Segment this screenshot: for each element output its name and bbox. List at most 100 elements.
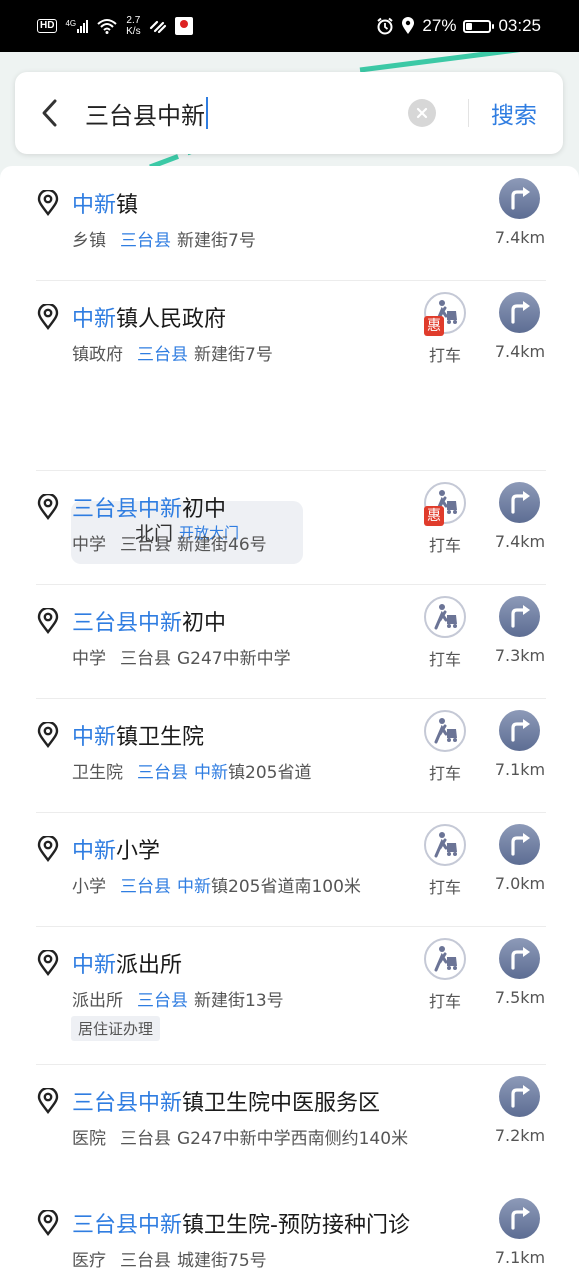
location-pin-icon [36,492,60,520]
route-button[interactable] [499,1076,540,1117]
divider [36,812,546,813]
list-item[interactable]: 三台县中新镇卫生院-预防接种门诊医疗 三台县 城建街75号 7.1km [0,1186,579,1280]
status-bar: HD 4G 2.7 K/s 27% 03:25 [0,0,579,52]
taxi-label: 打车 [428,536,461,555]
route-button[interactable] [499,292,540,333]
route-arrow-icon [511,187,530,210]
address-match: 中新 [177,877,211,897]
place-name-rest: 镇 [116,193,139,218]
battery-icon [463,19,495,33]
list-item[interactable]: 中新镇卫生院 卫生院 三台县 中新镇205省道 打车 7.1km [0,698,579,812]
address-rest: 城建街75号 [177,1251,267,1271]
place-name: 中新派出所 [72,947,182,979]
route-arrow-icon [511,605,530,628]
clock: 03:25 [498,16,541,35]
location-icon [402,17,415,34]
route-button[interactable] [499,596,540,637]
alarm-icon [377,17,394,35]
place-address: 医院 三台县 G247中新中学西南侧约140米 [72,1124,408,1149]
route-button[interactable] [499,482,540,523]
list-item[interactable]: 三台县中新初中 中学 三台县 新建街46号 惠打车 7.4km [0,470,579,584]
location-pin-icon [36,1086,60,1114]
place-name-rest: 镇人民政府 [116,307,227,332]
list-item[interactable]: 三台县中新镇卫生院中医服务区 医院 三台县 G247中新中学西南侧约140米 7.2km [0,1064,579,1178]
taxi-button[interactable] [424,710,466,752]
taxi-label: 打车 [428,992,461,1011]
taxi-button[interactable] [424,824,466,866]
address-rest: 新建街7号 [194,345,273,365]
list-item[interactable]: 中新小学 小学 三台县 中新镇205省道南100米 打车 7.0km [0,812,579,926]
place-name-rest: 派出所 [116,953,183,978]
place-name-rest: 初中 [182,497,227,522]
distance: 7.4km [494,342,546,361]
wifi-icon [97,19,117,34]
search-query: 三台县中新 [85,101,205,130]
location-pin-icon [36,1208,60,1236]
place-category: 中学 [72,535,106,555]
taxi-button[interactable]: 惠 [424,482,466,526]
distance: 7.5km [494,988,546,1007]
place-name-rest: 初中 [182,611,227,636]
divider [36,698,546,699]
clear-button[interactable] [408,99,436,127]
search-input[interactable]: 三台县中新 [85,96,408,131]
taxi-button[interactable] [424,596,466,638]
place-address: 乡镇 三台县 新建街7号 [72,226,256,251]
list-item[interactable]: 中新镇人民政府 镇政府 三台县 新建街7号惠打车 7.4km 北门 开放大门 [0,280,579,564]
address-rest: 新建街7号 [177,231,256,251]
search-bar: 三台县中新 搜索 [15,72,563,154]
taxi-label: 打车 [428,650,461,669]
address-rest: G247中新中学 [177,649,291,669]
route-arrow-icon [511,833,530,856]
search-button[interactable]: 搜索 [469,96,563,130]
place-area: 三台县 [137,345,188,365]
place-area: 三台县 [120,1129,171,1149]
divider [36,280,546,281]
chevron-left-icon [42,99,57,127]
route-arrow-icon [511,491,530,514]
route-button[interactable] [499,178,540,219]
list-item[interactable]: 三台县中新初中 中学 三台县 G247中新中学 打车 7.3km [0,584,579,698]
back-button[interactable] [15,72,85,154]
route-button[interactable] [499,1198,540,1239]
place-area: 三台县 [120,1251,171,1271]
location-pin-icon [36,834,60,862]
close-icon [416,107,428,119]
battery-percent: 27% [422,16,457,35]
place-name-match: 中新 [72,953,117,978]
network-type: 4G [65,18,77,28]
network-speed: 2.7 K/s [126,15,141,37]
place-name: 三台县中新镇卫生院-预防接种门诊 [72,1207,410,1239]
distance: 7.1km [494,1248,546,1267]
link-icon [149,20,166,34]
discount-badge: 惠 [424,506,444,526]
cellular-signal-icon: 4G [65,18,89,33]
place-name-match: 三台县中新 [72,611,183,636]
place-category: 镇政府 [72,345,123,365]
app-notification-icon [174,17,193,35]
taxi-label: 打车 [428,346,461,365]
place-name: 中新镇卫生院 [72,719,204,751]
route-button[interactable] [499,938,540,979]
place-category: 中学 [72,649,106,669]
place-address: 镇政府 三台县 新建街7号 [72,340,273,365]
place-area: 三台县 [120,649,171,669]
divider [36,584,546,585]
taxi-button[interactable]: 惠 [424,292,466,336]
taxi-label: 打车 [428,878,461,897]
results-list: 中新镇 乡镇 三台县 新建街7号 7.4km 中新镇人民政府 镇政府 三台县 新建街7号惠打车 7… [0,166,579,1280]
place-category: 医院 [72,1129,106,1149]
list-item[interactable]: 中新派出所 派出所 三台县 新建街13号 打车 7.5km 居住证办理 [0,926,579,1041]
place-address: 中学 三台县 G247中新中学 [72,644,291,669]
place-category: 卫生院 [72,763,123,783]
list-item[interactable]: 中新镇 乡镇 三台县 新建街7号 7.4km [0,166,579,280]
route-button[interactable] [499,824,540,865]
location-pin-icon [36,188,60,216]
taxi-button[interactable] [424,938,466,980]
route-button[interactable] [499,710,540,751]
place-address: 医疗 三台县 城建街75号 [72,1246,267,1271]
discount-badge: 惠 [424,316,444,336]
place-name-match: 中新 [72,725,117,750]
place-name-rest: 小学 [116,839,161,864]
route-arrow-icon [511,1207,530,1230]
